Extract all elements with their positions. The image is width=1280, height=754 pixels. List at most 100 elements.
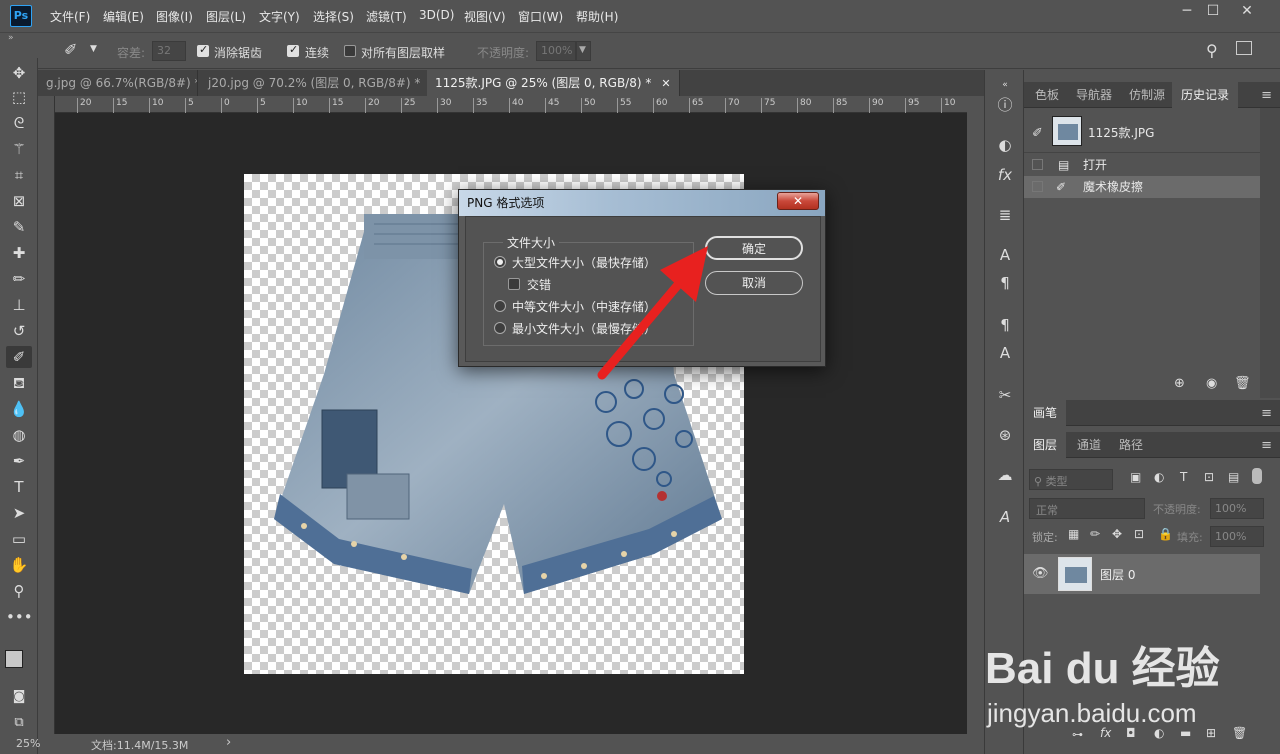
panel-menu-icon[interactable]: ≡	[1261, 88, 1272, 103]
status-menu-arrow[interactable]: ›	[226, 735, 231, 750]
layer-filter-select[interactable]: ⚲ 类型	[1029, 469, 1113, 490]
move-tool-icon[interactable]: ✥	[6, 62, 32, 84]
creative-cloud-icon[interactable]: ☁	[993, 464, 1017, 486]
eyedropper-tool-icon[interactable]: ✎	[6, 216, 32, 238]
history-scrollbar[interactable]	[1260, 108, 1280, 398]
close-icon[interactable]: ✕	[777, 192, 819, 210]
pen-tool-icon[interactable]: ✒	[6, 450, 32, 472]
menu-edit[interactable]: 编辑(E)	[103, 8, 144, 25]
lock-artboard-icon[interactable]: ⊡	[1134, 527, 1144, 541]
menu-type[interactable]: 文字(Y)	[259, 8, 300, 25]
menu-layer[interactable]: 图层(L)	[206, 8, 246, 25]
lock-pixels-icon[interactable]: ✏	[1090, 527, 1100, 541]
rectangle-tool-icon[interactable]: ▭	[6, 528, 32, 550]
menu-select[interactable]: 选择(S)	[313, 8, 354, 25]
magic-wand-tool-icon[interactable]: ⚚	[6, 138, 32, 160]
type-tool-icon[interactable]: T	[6, 476, 32, 498]
sample-all-layers-checkbox[interactable]	[344, 45, 356, 57]
eye-icon[interactable]: 👁	[1032, 566, 1049, 581]
quick-mask-icon[interactable]: ◙	[6, 686, 32, 708]
crop-tool-icon[interactable]: ⌗	[6, 164, 32, 186]
trash-icon[interactable]: 🗑	[1234, 376, 1251, 391]
magic-eraser-tool-preset-icon[interactable]: ✐	[64, 40, 77, 59]
brush-settings-icon[interactable]: ≣	[993, 204, 1017, 226]
panel-menu-icon[interactable]: ≡	[1261, 438, 1272, 453]
blur-tool-icon[interactable]: 💧	[6, 398, 32, 420]
hand-tool-icon[interactable]: ✋	[6, 554, 32, 576]
paragraph-styles-icon[interactable]: ¶	[993, 314, 1017, 336]
document-tab[interactable]: g.jpg @ 66.7%(RGB/8#) *✕	[38, 70, 198, 96]
screen-mode-icon[interactable]: ⧉	[6, 712, 32, 734]
interlace-checkbox[interactable]	[508, 278, 520, 290]
layer-row[interactable]: 👁 图层 0	[1024, 554, 1260, 594]
lock-all-icon[interactable]: 🔒	[1158, 527, 1173, 541]
history-item-selected[interactable]: ✐ 魔术橡皮擦	[1024, 176, 1260, 198]
search-icon[interactable]: ⚲	[1206, 41, 1218, 60]
maximize-button[interactable]: ☐	[1196, 0, 1230, 22]
menu-help[interactable]: 帮助(H)	[576, 8, 618, 25]
layer-opacity-input[interactable]: 100%	[1210, 498, 1264, 519]
document-tab[interactable]: j20.jpg @ 70.2% (图层 0, RGB/8#) *✕	[200, 70, 449, 96]
path-selection-tool-icon[interactable]: ➤	[6, 502, 32, 524]
history-state-checkbox[interactable]	[1032, 159, 1043, 170]
close-icon[interactable]: ✕	[661, 77, 670, 90]
styles-icon[interactable]: fx	[993, 164, 1017, 186]
snapshot-label[interactable]: 1125款.JPG	[1088, 124, 1154, 141]
marquee-tool-icon[interactable]: ⬚	[6, 86, 32, 108]
type-filter-icon[interactable]: T	[1180, 470, 1187, 484]
paragraph-icon[interactable]: ¶	[993, 272, 1017, 294]
fill-input[interactable]: 100%	[1210, 526, 1264, 547]
menu-window[interactable]: 窗口(W)	[518, 8, 563, 25]
history-brush-source-icon[interactable]: ✐	[1032, 126, 1043, 141]
pixel-filter-icon[interactable]: ▣	[1130, 470, 1141, 484]
lock-position-icon[interactable]: ✥	[1112, 527, 1122, 541]
lock-transparent-icon[interactable]: ▦	[1068, 527, 1079, 541]
character-icon[interactable]: A	[993, 244, 1017, 266]
zoom-tool-icon[interactable]: ⚲	[6, 580, 32, 602]
blend-mode-select[interactable]: 正常	[1029, 498, 1145, 519]
character-styles-icon[interactable]: A	[993, 342, 1017, 364]
opacity-dropdown[interactable]: ▼	[576, 41, 591, 61]
shape-filter-icon[interactable]: ⊡	[1204, 470, 1214, 484]
antialias-checkbox[interactable]	[197, 43, 209, 57]
foreground-color-swatch[interactable]	[5, 650, 23, 668]
smart-object-filter-icon[interactable]: ▤	[1228, 470, 1239, 484]
paint-bucket-tool-icon[interactable]: ⛾	[6, 372, 32, 394]
frame-tool-icon[interactable]: ⊠	[6, 190, 32, 212]
healing-tool-icon[interactable]: ✚	[6, 242, 32, 264]
filter-toggle[interactable]	[1252, 468, 1262, 484]
menu-image[interactable]: 图像(I)	[156, 8, 193, 25]
more-tools-icon[interactable]: •••	[6, 606, 33, 628]
dodge-tool-icon[interactable]: ◍	[6, 424, 32, 446]
menu-view[interactable]: 视图(V)	[464, 8, 506, 25]
glyphs-icon[interactable]: A	[993, 506, 1017, 528]
zoom-readout[interactable]: 25%	[16, 737, 40, 750]
libraries-icon[interactable]: ⊛	[993, 424, 1017, 446]
tab-layers[interactable]: 图层	[1024, 432, 1067, 458]
history-item[interactable]: ▤ 打开	[1024, 154, 1260, 176]
tab-channels[interactable]: 通道	[1068, 432, 1110, 458]
close-window-button[interactable]: ✕	[1230, 0, 1264, 22]
medium-file-radio[interactable]	[494, 300, 506, 312]
history-brush-tool-icon[interactable]: ↺	[6, 320, 32, 342]
adjustment-filter-icon[interactable]: ◐	[1154, 470, 1164, 484]
new-document-from-state-icon[interactable]: ⊕	[1174, 376, 1185, 391]
chevron-down-icon[interactable]: ▼	[90, 44, 97, 54]
collapse-panels-icon[interactable]: «	[993, 74, 1017, 96]
camera-icon[interactable]: ◉	[1206, 376, 1217, 391]
tab-brush[interactable]: 画笔	[1024, 400, 1067, 426]
brush-tool-icon[interactable]: ✏	[6, 268, 32, 290]
tab-swatches[interactable]: 色板	[1026, 82, 1068, 108]
eraser-tool-icon[interactable]: ✐	[6, 346, 32, 368]
collapse-icon[interactable]: »	[8, 33, 14, 43]
workspace-icon[interactable]	[1236, 41, 1252, 55]
layer-name[interactable]: 图层 0	[1100, 566, 1135, 583]
history-state-checkbox[interactable]	[1032, 181, 1043, 192]
menu-file[interactable]: 文件(F)	[50, 8, 90, 25]
tab-navigator[interactable]: 导航器	[1067, 82, 1121, 108]
tool-presets-icon[interactable]: ✂	[993, 384, 1017, 406]
panel-menu-icon[interactable]: ≡	[1261, 406, 1272, 421]
interlace-label[interactable]: 交错	[527, 276, 551, 293]
document-tab-active[interactable]: 1125款.JPG @ 25% (图层 0, RGB/8) * ✕	[427, 70, 680, 96]
info-icon[interactable]: ⓘ	[993, 94, 1017, 116]
